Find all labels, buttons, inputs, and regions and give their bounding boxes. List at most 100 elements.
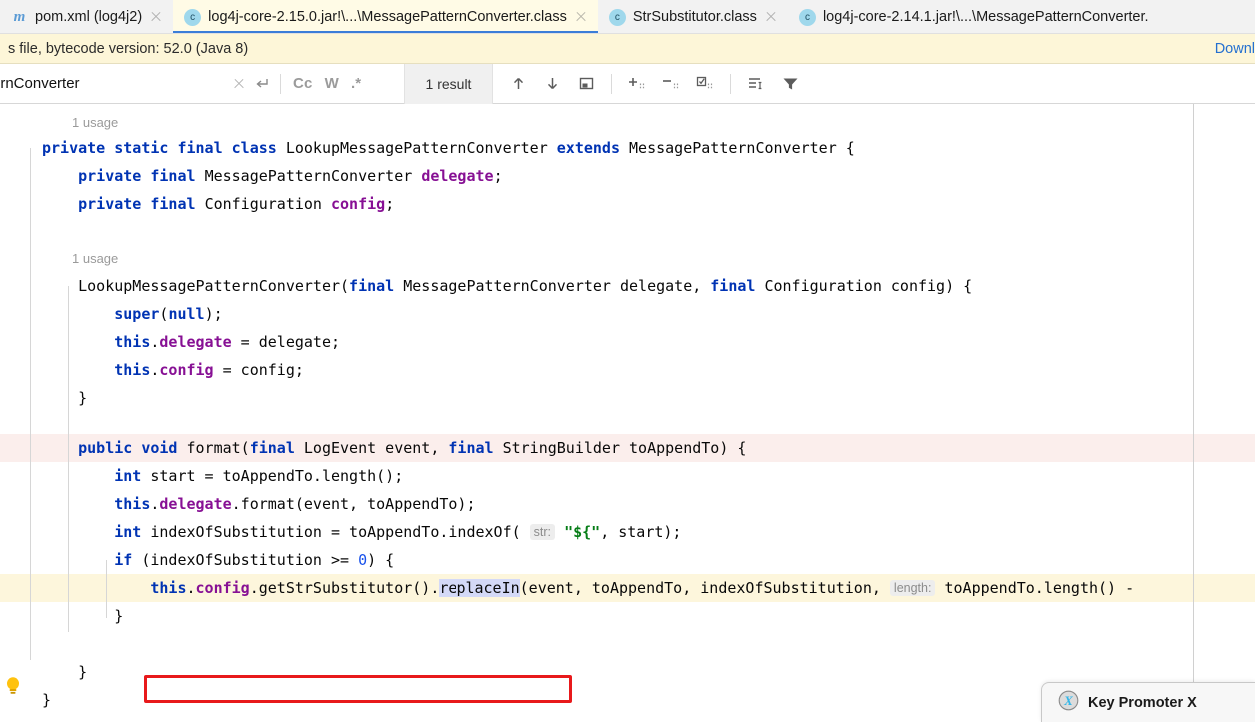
code-token-pln: LogEvent event, [303, 439, 449, 457]
download-sources-link[interactable]: Downl [1215, 34, 1255, 63]
editor-tab-label: pom.xml (log4j2) [35, 9, 143, 25]
code-token-sel: re [439, 579, 458, 597]
code-token-pln: } [42, 607, 124, 625]
words-toggle[interactable]: W [319, 73, 345, 94]
code-token-pln [42, 467, 114, 485]
code-line[interactable]: this.delegate = delegate; [42, 328, 340, 356]
filter-icon[interactable] [775, 70, 805, 98]
code-token-pln: . [186, 579, 196, 597]
code-line[interactable]: } [42, 602, 123, 630]
select-all-occurrences-icon[interactable] [690, 70, 720, 98]
code-token-pln: MessagePatternConverter delegate, [403, 277, 711, 295]
code-token-pln: } [42, 389, 88, 407]
close-icon[interactable] [228, 73, 250, 95]
code-token-pln: ; [493, 167, 503, 185]
code-line[interactable]: this.delegate.format(event, toAppendTo); [42, 490, 475, 518]
code-token-fld: config [331, 195, 386, 213]
code-token-pln: start = toAppendTo.length(); [150, 467, 404, 485]
newline-icon[interactable] [250, 73, 274, 95]
code-text-layer[interactable]: 1 usage 1 usage private static final class… [0, 104, 1255, 722]
code-line[interactable]: this.config.getStrSubstitutor().replaceI… [42, 574, 1134, 602]
code-line[interactable]: private static final class LookupMessage… [42, 134, 855, 162]
find-action-icons [493, 70, 805, 98]
code-token-fld: config [195, 579, 250, 597]
remove-line-icon[interactable] [656, 70, 686, 98]
editor-tab[interactable]: c log4j-core-2.14.1.jar!\...\MessagePatte… [788, 0, 1159, 33]
code-token-pln [42, 439, 78, 457]
open-in-find-window-icon[interactable] [741, 70, 771, 98]
result-count-label: 1 result [405, 63, 493, 104]
code-token-pln: indexOfSubstitution = toAppendTo.indexOf… [150, 523, 530, 541]
code-line[interactable]: } [42, 686, 51, 714]
code-token-pln: ); [204, 305, 223, 323]
code-token-fld: delegate [421, 167, 494, 185]
find-previous-icon[interactable] [503, 70, 533, 98]
code-token-pln: = delegate; [231, 333, 341, 351]
add-line-icon[interactable] [622, 70, 652, 98]
code-token-num: 0 [358, 551, 368, 569]
code-token-fld: delegate [159, 333, 232, 351]
code-token-pln: MessagePatternConverter [204, 167, 422, 185]
code-editor[interactable]: 1 usage 1 usage private static final class… [0, 104, 1255, 722]
editor-tab[interactable]: c StrSubstitutor.class [598, 0, 788, 33]
code-token-pln: = config; [213, 361, 304, 379]
code-token-pln [555, 523, 564, 541]
code-token-kw: this [150, 579, 187, 597]
code-token-pln [42, 495, 114, 513]
svg-text:X: X [1063, 693, 1073, 708]
code-line[interactable]: } [42, 384, 87, 412]
usage-marker[interactable]: 1 usage [72, 246, 118, 272]
code-token-kw: int [114, 523, 151, 541]
search-input[interactable] [0, 70, 228, 97]
code-token-fld: config [159, 361, 214, 379]
editor-tab[interactable]: m pom.xml (log4j2) [0, 0, 173, 33]
code-token-pln: MessagePatternConverter { [629, 139, 855, 157]
class-c-icon: c [798, 8, 816, 26]
close-icon[interactable] [764, 10, 778, 24]
code-line[interactable]: } [42, 658, 87, 686]
code-token-fld: delegate [159, 495, 232, 513]
code-line[interactable]: this.config = config; [42, 356, 304, 384]
code-token-pln: LookupMessagePatternConverter [285, 139, 557, 157]
usage-marker[interactable]: 1 usage [72, 110, 118, 136]
regex-toggle[interactable]: .* [345, 73, 367, 94]
code-token-pln: StringBuilder toAppendTo) { [502, 439, 747, 457]
code-token-pln: ; [385, 195, 395, 213]
code-token-kw: final [710, 277, 765, 295]
class-c-icon: c [184, 8, 202, 26]
code-line[interactable]: super(null); [42, 300, 223, 328]
select-all-in-editor-icon[interactable] [571, 70, 601, 98]
code-token-kw: final [448, 439, 503, 457]
code-token-pln: ) { [367, 551, 395, 569]
match-case-toggle[interactable]: Cc [287, 73, 319, 94]
code-line[interactable]: private final MessagePatternConverter de… [42, 162, 503, 190]
code-line[interactable]: public void format(final LogEvent event,… [42, 434, 746, 462]
editor-tab[interactable]: c log4j-core-2.15.0.jar!\...\MessagePatte… [173, 0, 598, 33]
code-token-sel: placeIn [456, 579, 520, 597]
code-line[interactable]: int start = toAppendTo.length(); [42, 462, 403, 490]
intention-bulb-icon[interactable] [4, 675, 22, 697]
code-token-kw: if [114, 551, 142, 569]
code-token-pln [42, 579, 150, 597]
code-token-kw: this [114, 333, 151, 351]
code-line[interactable]: LookupMessagePatternConverter(final Mess… [42, 272, 972, 300]
code-token-pln [42, 333, 114, 351]
code-token-pln: Configuration [204, 195, 331, 213]
find-field-group: Cc W .* [0, 63, 405, 104]
code-token-kw: final [349, 277, 404, 295]
code-token-kw: private final [78, 167, 205, 185]
close-icon[interactable] [149, 10, 163, 24]
maven-m-icon: m [13, 8, 26, 25]
find-next-icon[interactable] [537, 70, 567, 98]
code-token-pln [42, 167, 78, 185]
code-token-kw: this [114, 361, 151, 379]
close-icon[interactable] [574, 10, 588, 24]
code-line[interactable]: int indexOfSubstitution = toAppendTo.ind… [42, 518, 681, 546]
tool-window-button-key-promoter-x[interactable]: X Key Promoter X [1041, 682, 1255, 722]
code-line[interactable]: private final Configuration config; [42, 190, 394, 218]
code-token-hint: str: [529, 524, 556, 540]
find-toolbar: Cc W .* 1 result [0, 63, 1255, 104]
editor-tab-label: log4j-core-2.15.0.jar!\...\MessagePatter… [208, 9, 567, 25]
code-line[interactable]: if (indexOfSubstitution >= 0) { [42, 546, 394, 574]
code-token-kw: super [114, 305, 160, 323]
